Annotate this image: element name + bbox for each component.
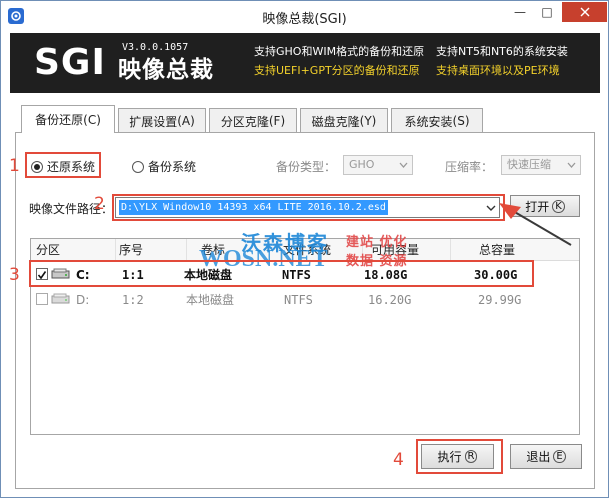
annotation-arrow-icon — [499, 203, 572, 246]
tab-partition-clone[interactable]: 分区克隆(F) — [209, 108, 297, 133]
maximize-button[interactable]: □ — [534, 2, 560, 22]
partition-label: 本地磁盘 — [186, 293, 235, 307]
column-header[interactable]: 序号 — [119, 239, 187, 261]
app-window: 映像总裁(SGI) — □ SGI V3.0.0.1057 映像总裁 支持GHO… — [0, 0, 609, 498]
feature-text: 支持UEFI+GPT分区的备份和还原 — [254, 64, 420, 77]
tab-system-install[interactable]: 系统安装(S) — [391, 108, 483, 133]
backup-type-select[interactable]: GHO — [343, 155, 413, 175]
chevron-down-icon — [567, 162, 576, 168]
maximize-icon: □ — [541, 5, 553, 19]
column-header[interactable]: 分区 — [36, 239, 116, 261]
brand-name: 映像总裁 — [118, 57, 214, 83]
tab-disk-clone[interactable]: 磁盘克隆(Y) — [300, 108, 388, 133]
annotation-box — [29, 260, 534, 287]
column-header[interactable]: 文件系统 — [283, 239, 363, 261]
partition-total: 29.99G — [478, 293, 522, 307]
annotation-number: 2 — [94, 194, 105, 214]
partition-drive: D: — [76, 293, 90, 307]
disk-icon — [51, 293, 70, 304]
brand-banner: SGI V3.0.0.1057 映像总裁 支持GHO和WIM格式的备份和还原 支… — [10, 33, 600, 93]
partition-checkbox[interactable] — [36, 293, 48, 305]
annotation-box — [416, 439, 503, 474]
minimize-icon: — — [514, 5, 526, 19]
radio-dot — [132, 160, 144, 173]
close-icon — [580, 7, 589, 17]
feature-text: 支持桌面环境以及PE环境 — [436, 64, 560, 77]
annotation-number: 3 — [9, 265, 20, 285]
feature-text: 支持GHO和WIM格式的备份和还原 — [254, 45, 425, 58]
chevron-down-icon — [399, 162, 408, 168]
title-bar[interactable]: 映像总裁(SGI) — □ — [1, 1, 608, 31]
annotation-box — [112, 194, 505, 221]
backup-system-radio[interactable]: 备份系统 — [132, 158, 196, 175]
close-button[interactable] — [562, 2, 607, 22]
compress-select[interactable]: 快速压缩 — [501, 155, 581, 175]
partition-free: 16.20G — [368, 293, 412, 307]
tab-backup-restore[interactable]: 备份还原(C) — [21, 105, 115, 133]
exit-button[interactable]: 退出 E — [510, 444, 582, 469]
annotation-number: 4 — [393, 450, 404, 470]
partition-fs: NTFS — [284, 293, 313, 307]
annotation-box — [25, 152, 101, 178]
column-header[interactable]: 可用容量 — [371, 239, 451, 261]
backup-type-label: 备份类型： — [276, 160, 337, 174]
compress-label: 压缩率： — [445, 160, 494, 174]
feature-text: 支持NT5和NT6的系统安装 — [436, 45, 568, 58]
minimize-button[interactable]: — — [507, 2, 533, 22]
version-text: V3.0.0.1057 — [122, 42, 189, 53]
tab-extended-settings[interactable]: 扩展设置(A) — [118, 108, 206, 133]
sgi-logo: SGI — [34, 42, 106, 83]
column-header[interactable]: 卷标 — [201, 239, 281, 261]
partition-index: 1:2 — [122, 293, 144, 307]
annotation-number: 1 — [9, 156, 20, 176]
